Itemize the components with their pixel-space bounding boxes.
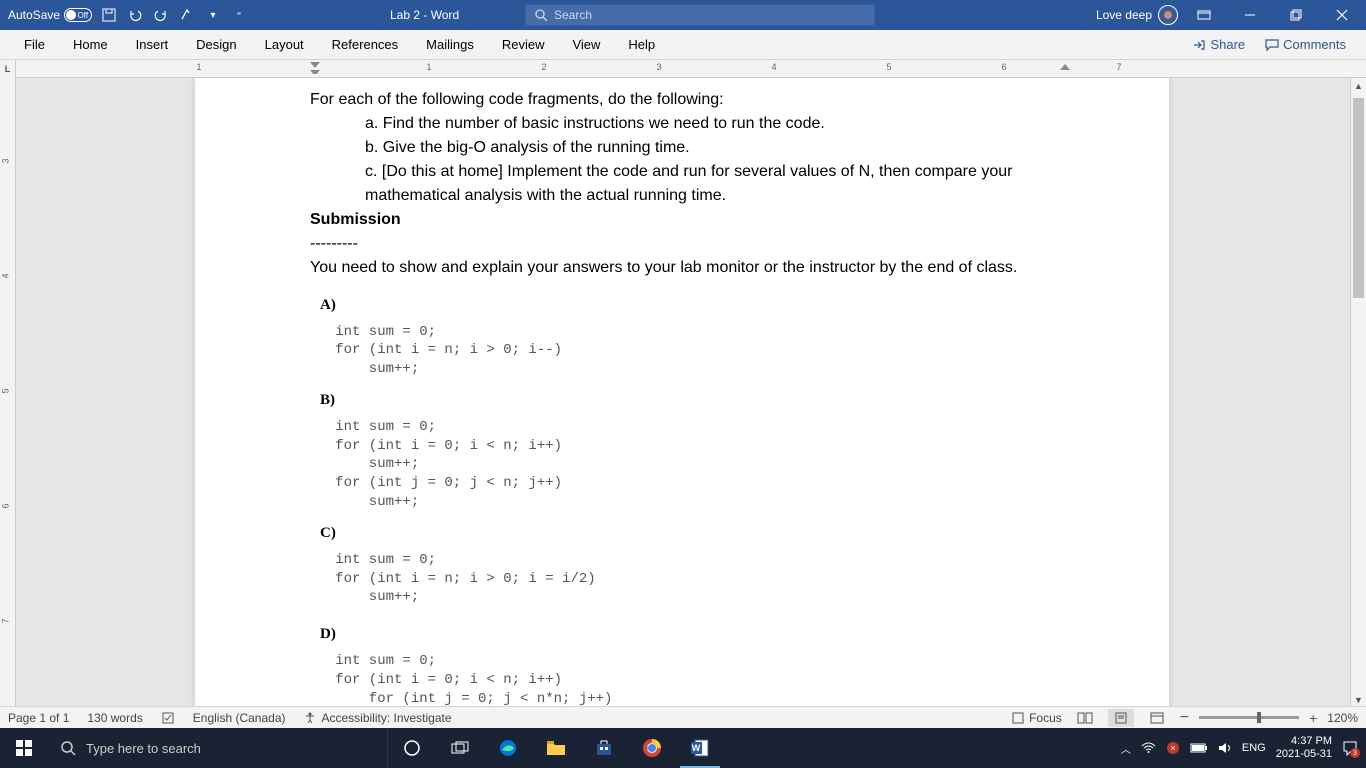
block-c-label: C) — [310, 522, 1054, 545]
maximize-button[interactable] — [1276, 0, 1316, 30]
ribbon-display-icon[interactable] — [1184, 0, 1224, 30]
web-layout-icon[interactable] — [1144, 709, 1170, 727]
page-count[interactable]: Page 1 of 1 — [8, 711, 69, 725]
clock[interactable]: 4:37 PM 2021-05-31 — [1276, 735, 1332, 761]
intro-text: For each of the following code fragments… — [310, 88, 1054, 112]
accessibility-button[interactable]: Accessibility: Investigate — [303, 711, 451, 725]
task-view-icon[interactable] — [436, 728, 484, 768]
word-icon[interactable]: W — [676, 728, 724, 768]
show-hidden-icon[interactable]: ︿ — [1121, 741, 1131, 756]
indent-marker-icon[interactable] — [310, 60, 320, 74]
volume-icon[interactable] — [1218, 741, 1232, 755]
tab-layout[interactable]: Layout — [251, 30, 318, 60]
autosave-toggle[interactable]: AutoSave Off — [8, 8, 92, 22]
tab-mailings[interactable]: Mailings — [412, 30, 488, 60]
taskbar: Type here to search W ︿ × ENG 4:37 PM 20… — [0, 728, 1366, 768]
ribbon-tabs: File Home Insert Design Layout Reference… — [0, 30, 1366, 60]
titlebar: AutoSave Off ▾ ⁼ Lab 2 - Word Search Lov… — [0, 0, 1366, 30]
vertical-ruler[interactable]: 3 4 5 6 7 — [0, 78, 16, 708]
tab-home[interactable]: Home — [59, 30, 122, 60]
battery-icon[interactable] — [1190, 743, 1208, 753]
tab-view[interactable]: View — [558, 30, 614, 60]
chrome-icon[interactable] — [628, 728, 676, 768]
tab-review[interactable]: Review — [488, 30, 559, 60]
svg-text:×: × — [1170, 743, 1175, 753]
file-explorer-icon[interactable] — [532, 728, 580, 768]
block-d-label: D) — [310, 623, 1054, 646]
avatar[interactable] — [1158, 5, 1178, 25]
workspace: 3 4 5 6 7 For each of the following code… — [0, 78, 1366, 708]
cortana-icon[interactable] — [388, 728, 436, 768]
language[interactable]: English (Canada) — [193, 711, 286, 725]
scroll-thumb[interactable] — [1353, 98, 1364, 298]
svg-text:W: W — [692, 743, 701, 753]
submission-heading: Submission — [310, 208, 1054, 232]
block-c-code: int sum = 0; for (int i = n; i > 0; i = … — [310, 551, 1054, 608]
bullet-c: c. [Do this at home] Implement the code … — [310, 160, 1054, 208]
bullet-b: b. Give the big-O analysis of the runnin… — [310, 136, 1054, 160]
search-icon — [534, 8, 548, 22]
block-b-code: int sum = 0; for (int i = 0; i < n; i++)… — [310, 418, 1054, 512]
tab-references[interactable]: References — [318, 30, 412, 60]
tab-file[interactable]: File — [10, 30, 59, 60]
close-button[interactable] — [1322, 0, 1362, 30]
accessibility-icon — [303, 711, 317, 725]
tab-selector[interactable]: L — [0, 60, 16, 78]
taskbar-search[interactable]: Type here to search — [48, 728, 388, 768]
edge-icon[interactable] — [484, 728, 532, 768]
zoom-out-button[interactable]: − — [1180, 709, 1189, 727]
toggle-switch[interactable]: Off — [64, 8, 92, 22]
tab-help[interactable]: Help — [614, 30, 669, 60]
touch-mode-icon[interactable] — [178, 6, 196, 24]
share-icon — [1192, 38, 1206, 52]
zoom-slider[interactable] — [1199, 716, 1299, 719]
share-button[interactable]: Share — [1182, 37, 1255, 52]
read-mode-icon[interactable] — [1072, 709, 1098, 727]
block-a-code: int sum = 0; for (int i = n; i > 0; i--)… — [310, 323, 1054, 380]
security-icon[interactable]: × — [1166, 741, 1180, 755]
bullet-a: a. Find the number of basic instructions… — [310, 112, 1054, 136]
notifications-icon[interactable]: 3 — [1342, 740, 1358, 756]
spell-check-icon[interactable] — [161, 711, 175, 725]
submission-body: You need to show and explain your answer… — [310, 256, 1054, 280]
statusbar: Page 1 of 1 130 words English (Canada) A… — [0, 706, 1366, 728]
search-icon — [60, 740, 76, 756]
search-box[interactable]: Search — [525, 4, 875, 26]
page[interactable]: For each of the following code fragments… — [195, 78, 1169, 708]
vertical-scrollbar[interactable]: ▲ ▼ — [1350, 78, 1366, 708]
block-b-label: B) — [310, 389, 1054, 412]
user-name[interactable]: Love deep — [1096, 8, 1152, 22]
zoom-level[interactable]: 120% — [1327, 711, 1358, 725]
autosave-label: AutoSave — [8, 8, 60, 22]
divider: --------- — [310, 232, 1054, 256]
qat-more-icon[interactable]: ⁼ — [230, 6, 248, 24]
block-d-code: int sum = 0; for (int i = 0; i < n; i++)… — [310, 652, 1054, 708]
redo-icon[interactable] — [152, 6, 170, 24]
focus-button[interactable]: Focus — [1011, 711, 1062, 725]
tab-design[interactable]: Design — [182, 30, 250, 60]
right-indent-marker-icon[interactable] — [1060, 60, 1070, 74]
tab-insert[interactable]: Insert — [122, 30, 183, 60]
scroll-up-icon[interactable]: ▲ — [1351, 78, 1366, 94]
qat-dropdown-icon[interactable]: ▾ — [204, 6, 222, 24]
comments-button[interactable]: Comments — [1255, 37, 1356, 52]
start-button[interactable] — [0, 728, 48, 768]
wifi-icon[interactable] — [1141, 742, 1156, 754]
focus-icon — [1011, 711, 1025, 725]
print-layout-icon[interactable] — [1108, 709, 1134, 727]
block-a-label: A) — [310, 294, 1054, 317]
minimize-button[interactable] — [1230, 0, 1270, 30]
document-title: Lab 2 - Word — [390, 8, 459, 22]
save-icon[interactable] — [100, 6, 118, 24]
comment-icon — [1265, 38, 1279, 52]
lang-indicator[interactable]: ENG — [1242, 742, 1266, 754]
search-placeholder: Search — [554, 8, 592, 22]
zoom-in-button[interactable]: + — [1309, 710, 1317, 726]
undo-icon[interactable] — [126, 6, 144, 24]
store-icon[interactable] — [580, 728, 628, 768]
word-count[interactable]: 130 words — [87, 711, 142, 725]
ruler[interactable]: L 1 1 2 3 4 5 6 7 — [0, 60, 1366, 78]
